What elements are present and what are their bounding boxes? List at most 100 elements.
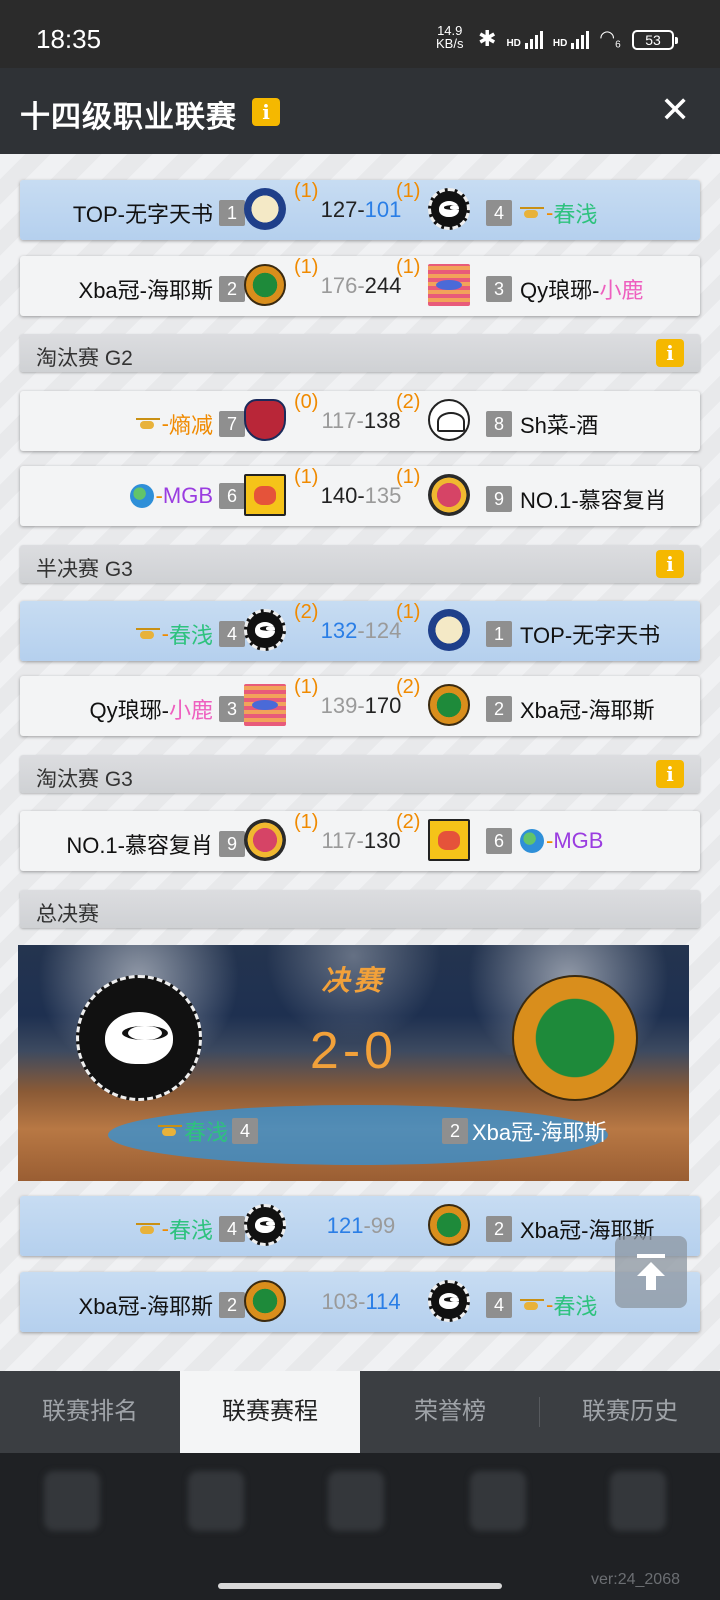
tab-league-history[interactable]: 联赛历史 bbox=[540, 1371, 720, 1453]
team-left: TOP-无字天书 1 bbox=[73, 197, 245, 229]
page-title: 十四级职业联赛 bbox=[20, 101, 237, 134]
tab-league-ranking[interactable]: 联赛排名 bbox=[0, 1371, 180, 1453]
team-right: 4- 春浅 bbox=[486, 1289, 597, 1321]
section-header: 淘汰赛 G3 i bbox=[20, 755, 700, 793]
schedule-list[interactable]: TOP-无字天书 1 (1) 127-101 (1) 4- 春浅 Xba冠-海耶斯 2… bbox=[0, 154, 720, 1371]
win-count: (1) bbox=[396, 256, 421, 278]
net-speed-unit: KB/s bbox=[436, 36, 464, 51]
final-banner[interactable]: 决赛 2-0 春浅 4 2 Xba冠-海耶斯 bbox=[18, 945, 689, 1181]
wifi-icon: ◠6 bbox=[599, 27, 621, 51]
helicopter-icon bbox=[135, 417, 160, 431]
win-count: (1) bbox=[396, 180, 421, 202]
info-icon[interactable]: i bbox=[656, 760, 684, 788]
version-label: ver:24_2068 bbox=[591, 1571, 680, 1588]
close-icon[interactable]: ✕ bbox=[660, 92, 690, 128]
team-logo-icon bbox=[428, 609, 470, 651]
team-right: 6- MGB bbox=[486, 828, 603, 854]
team-right: 9 NO.1-慕容复肖 bbox=[486, 483, 667, 515]
match-row[interactable]: Xba冠-海耶斯 2 103-114 4- 春浅 bbox=[20, 1272, 700, 1332]
nav-icon-blurred bbox=[610, 1471, 666, 1531]
team-logo-icon bbox=[428, 1204, 470, 1246]
scroll-to-top-icon[interactable] bbox=[615, 1236, 687, 1308]
win-count: (2) bbox=[396, 811, 421, 833]
team-right: 8 Sh菜-酒 bbox=[486, 408, 598, 440]
team-left: - MGB 6 bbox=[129, 483, 245, 509]
nav-icon-blurred bbox=[44, 1471, 100, 1531]
team-logo-icon bbox=[428, 684, 470, 726]
runnerup-logo-icon bbox=[512, 975, 638, 1101]
nav-icon-blurred bbox=[470, 1471, 526, 1531]
team-logo-icon bbox=[428, 1280, 470, 1322]
section-header: 淘汰赛 G2 i bbox=[20, 334, 700, 372]
team-left: - 春浅 4 bbox=[135, 1213, 245, 1245]
team-left: - 熵减 7 bbox=[135, 408, 245, 440]
match-row[interactable]: NO.1-慕容复肖 9 (1) 117-130 (2) 6- MGB bbox=[20, 811, 700, 871]
team-right: 3 Qy琅琊- 小鹿 bbox=[486, 273, 643, 305]
signal-icon-1: HD bbox=[506, 29, 543, 49]
match-row[interactable]: - 春浅 4 121-99 2 Xba冠-海耶斯 bbox=[20, 1196, 700, 1256]
globe-icon bbox=[520, 829, 544, 853]
team-logo-icon bbox=[244, 819, 286, 861]
win-count: (2) bbox=[396, 391, 421, 413]
team-logo-icon bbox=[244, 609, 286, 651]
final-team-right: 2 Xba冠-海耶斯 bbox=[438, 1115, 606, 1147]
app-header: 十四级职业联赛 i ✕ bbox=[0, 68, 720, 154]
team-left: Xba冠-海耶斯 2 bbox=[79, 1289, 245, 1321]
team-logo-icon bbox=[244, 474, 286, 516]
info-icon[interactable]: i bbox=[656, 339, 684, 367]
final-team-left: 春浅 4 bbox=[158, 1115, 262, 1147]
team-logo-icon bbox=[244, 1204, 286, 1246]
team-logo-icon bbox=[428, 819, 470, 861]
tab-honor-board[interactable]: 荣誉榜 bbox=[360, 1371, 540, 1453]
match-score: 121-99 bbox=[326, 1213, 396, 1238]
home-indicator[interactable] bbox=[218, 1583, 502, 1589]
clock: 18:35 bbox=[36, 24, 102, 54]
net-speed: 14.9 KB/s bbox=[436, 24, 463, 50]
win-count: (2) bbox=[396, 676, 421, 698]
tab-league-schedule[interactable]: 联赛赛程 bbox=[180, 1371, 360, 1453]
signal-icon-2: HD bbox=[553, 29, 590, 49]
match-row[interactable]: Qy琅琊- 小鹿 3 (1) 139-170 (2) 2 Xba冠-海耶斯 bbox=[20, 676, 700, 736]
win-count: (1) bbox=[396, 601, 421, 623]
status-bar: 18:35 14.9 KB/s ✱ HD HD ◠6 53 bbox=[0, 0, 720, 68]
team-right: 2 Xba冠-海耶斯 bbox=[486, 693, 654, 725]
match-row[interactable]: - 熵减 7 (0) 117-138 (2) 8 Sh菜-酒 bbox=[20, 391, 700, 451]
win-count: (1) bbox=[396, 466, 421, 488]
nav-icon-blurred bbox=[188, 1471, 244, 1531]
team-right: 1 TOP-无字天书 bbox=[486, 618, 660, 650]
team-left: Xba冠-海耶斯 2 bbox=[79, 273, 245, 305]
match-row[interactable]: - MGB 6 (1) 140-135 (1) 9 NO.1-慕容复肖 bbox=[20, 466, 700, 526]
bottom-tabs: 联赛排名 联赛赛程 荣誉榜 联赛历史 bbox=[0, 1371, 720, 1453]
team-logo-icon bbox=[428, 474, 470, 516]
team-logo-icon bbox=[244, 1280, 286, 1322]
team-left: - 春浅 4 bbox=[135, 618, 245, 650]
info-icon[interactable]: i bbox=[656, 550, 684, 578]
team-logo-icon bbox=[428, 264, 470, 306]
helicopter-icon bbox=[520, 206, 544, 220]
match-score: 103-114 bbox=[321, 1289, 401, 1314]
team-logo-icon bbox=[428, 188, 470, 230]
team-left: Qy琅琊- 小鹿 3 bbox=[90, 693, 245, 725]
team-logo-icon bbox=[244, 684, 286, 726]
globe-icon bbox=[129, 484, 154, 508]
rank-badge: 1 bbox=[219, 200, 245, 226]
section-header: 半决赛 G3 i bbox=[20, 545, 700, 583]
team-left: NO.1-慕容复肖 9 bbox=[66, 828, 245, 860]
blurred-nav: ver:24_2068 bbox=[0, 1453, 720, 1600]
match-row[interactable]: TOP-无字天书 1 (1) 127-101 (1) 4- 春浅 bbox=[20, 180, 700, 240]
status-icons: ✱ HD HD ◠6 bbox=[478, 26, 621, 52]
match-row[interactable]: Xba冠-海耶斯 2 (1) 176-244 (1) 3 Qy琅琊- 小鹿 bbox=[20, 256, 700, 316]
bluetooth-icon: ✱ bbox=[478, 26, 497, 51]
info-icon[interactable]: i bbox=[252, 98, 280, 126]
team-logo-icon bbox=[244, 399, 286, 441]
battery-icon: 53 bbox=[632, 30, 678, 50]
helicopter-icon bbox=[158, 1124, 182, 1138]
team-right: 4- 春浅 bbox=[486, 197, 597, 229]
team-logo-icon bbox=[244, 264, 286, 306]
helicopter-icon bbox=[135, 627, 160, 641]
team-logo-icon bbox=[428, 399, 470, 441]
helicopter-icon bbox=[135, 1222, 160, 1236]
match-row[interactable]: - 春浅 4 (2) 132-124 (1) 1 TOP-无字天书 bbox=[20, 601, 700, 661]
helicopter-icon bbox=[520, 1298, 544, 1312]
team-logo-icon bbox=[244, 188, 286, 230]
